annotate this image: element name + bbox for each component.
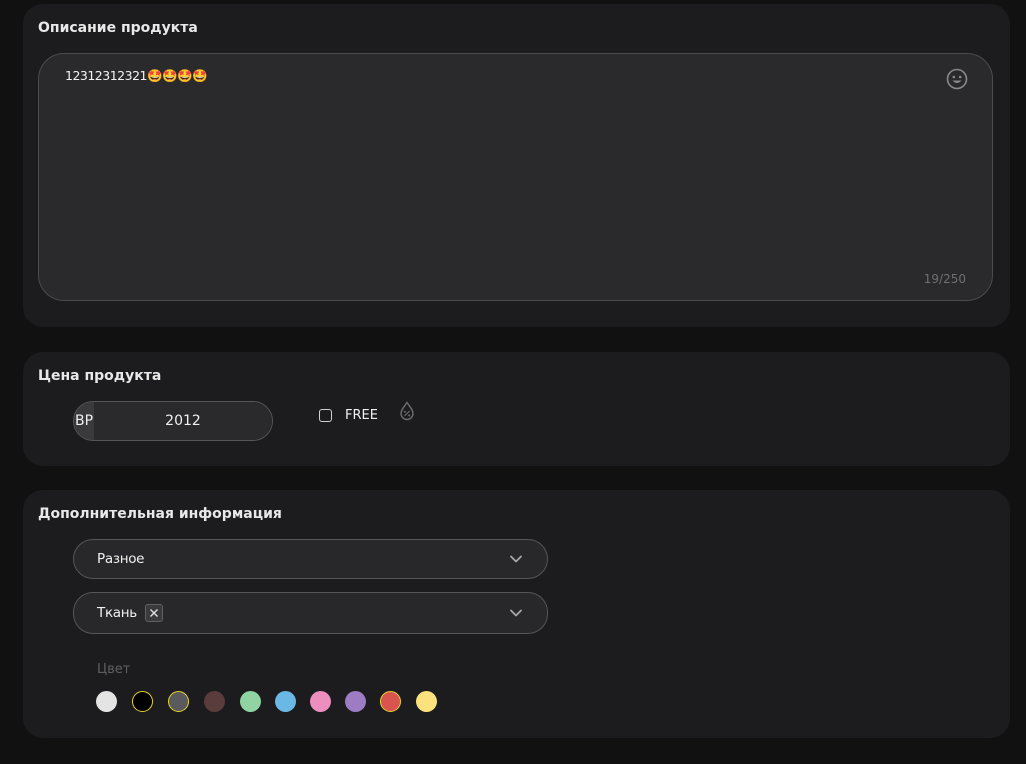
color-swatch[interactable]	[345, 691, 366, 712]
smiley-face-icon[interactable]	[946, 68, 968, 90]
category-value: Разное	[97, 551, 145, 567]
color-label: Цвет	[97, 662, 131, 677]
color-swatch[interactable]	[416, 691, 437, 712]
free-label: FREE	[345, 407, 378, 423]
close-icon	[149, 609, 158, 617]
price-card: Цена продукта BP FREE	[23, 352, 1010, 466]
description-title: Описание продукта	[38, 20, 198, 36]
currency-button[interactable]: BP	[74, 402, 94, 440]
additional-info-card: Дополнительная информация Разное Ткань Ц…	[23, 490, 1010, 738]
color-swatch[interactable]	[132, 691, 153, 712]
color-swatch[interactable]	[380, 691, 401, 712]
color-swatch[interactable]	[96, 691, 117, 712]
color-swatch[interactable]	[168, 691, 189, 712]
character-counter: 19/250	[923, 272, 966, 286]
description-card: Описание продукта 12312312321🤩🤩🤩🤩 19/250	[23, 4, 1010, 327]
description-textarea[interactable]: 12312312321🤩🤩🤩🤩 19/250	[38, 53, 993, 301]
material-tag: Ткань	[97, 604, 163, 622]
color-swatch[interactable]	[204, 691, 225, 712]
price-field-group: BP	[73, 401, 273, 441]
free-checkbox[interactable]	[319, 408, 332, 422]
price-title: Цена продукта	[38, 368, 162, 384]
product-form: Описание продукта 12312312321🤩🤩🤩🤩 19/250…	[0, 0, 1026, 764]
discount-drop-icon[interactable]	[398, 401, 416, 421]
color-swatch[interactable]	[275, 691, 296, 712]
tag-remove-button[interactable]	[144, 604, 163, 622]
chevron-down-icon	[510, 609, 522, 617]
additional-info-title: Дополнительная информация	[38, 506, 282, 522]
free-option[interactable]: FREE	[319, 405, 378, 425]
material-tag-label: Ткань	[97, 605, 137, 621]
category-select[interactable]: Разное	[73, 539, 548, 579]
color-swatch[interactable]	[240, 691, 261, 712]
description-value: 12312312321🤩🤩🤩🤩	[65, 68, 208, 83]
price-input[interactable]	[94, 402, 272, 440]
chevron-down-icon	[510, 555, 522, 563]
color-swatch[interactable]	[310, 691, 331, 712]
material-select[interactable]: Ткань	[73, 592, 548, 634]
